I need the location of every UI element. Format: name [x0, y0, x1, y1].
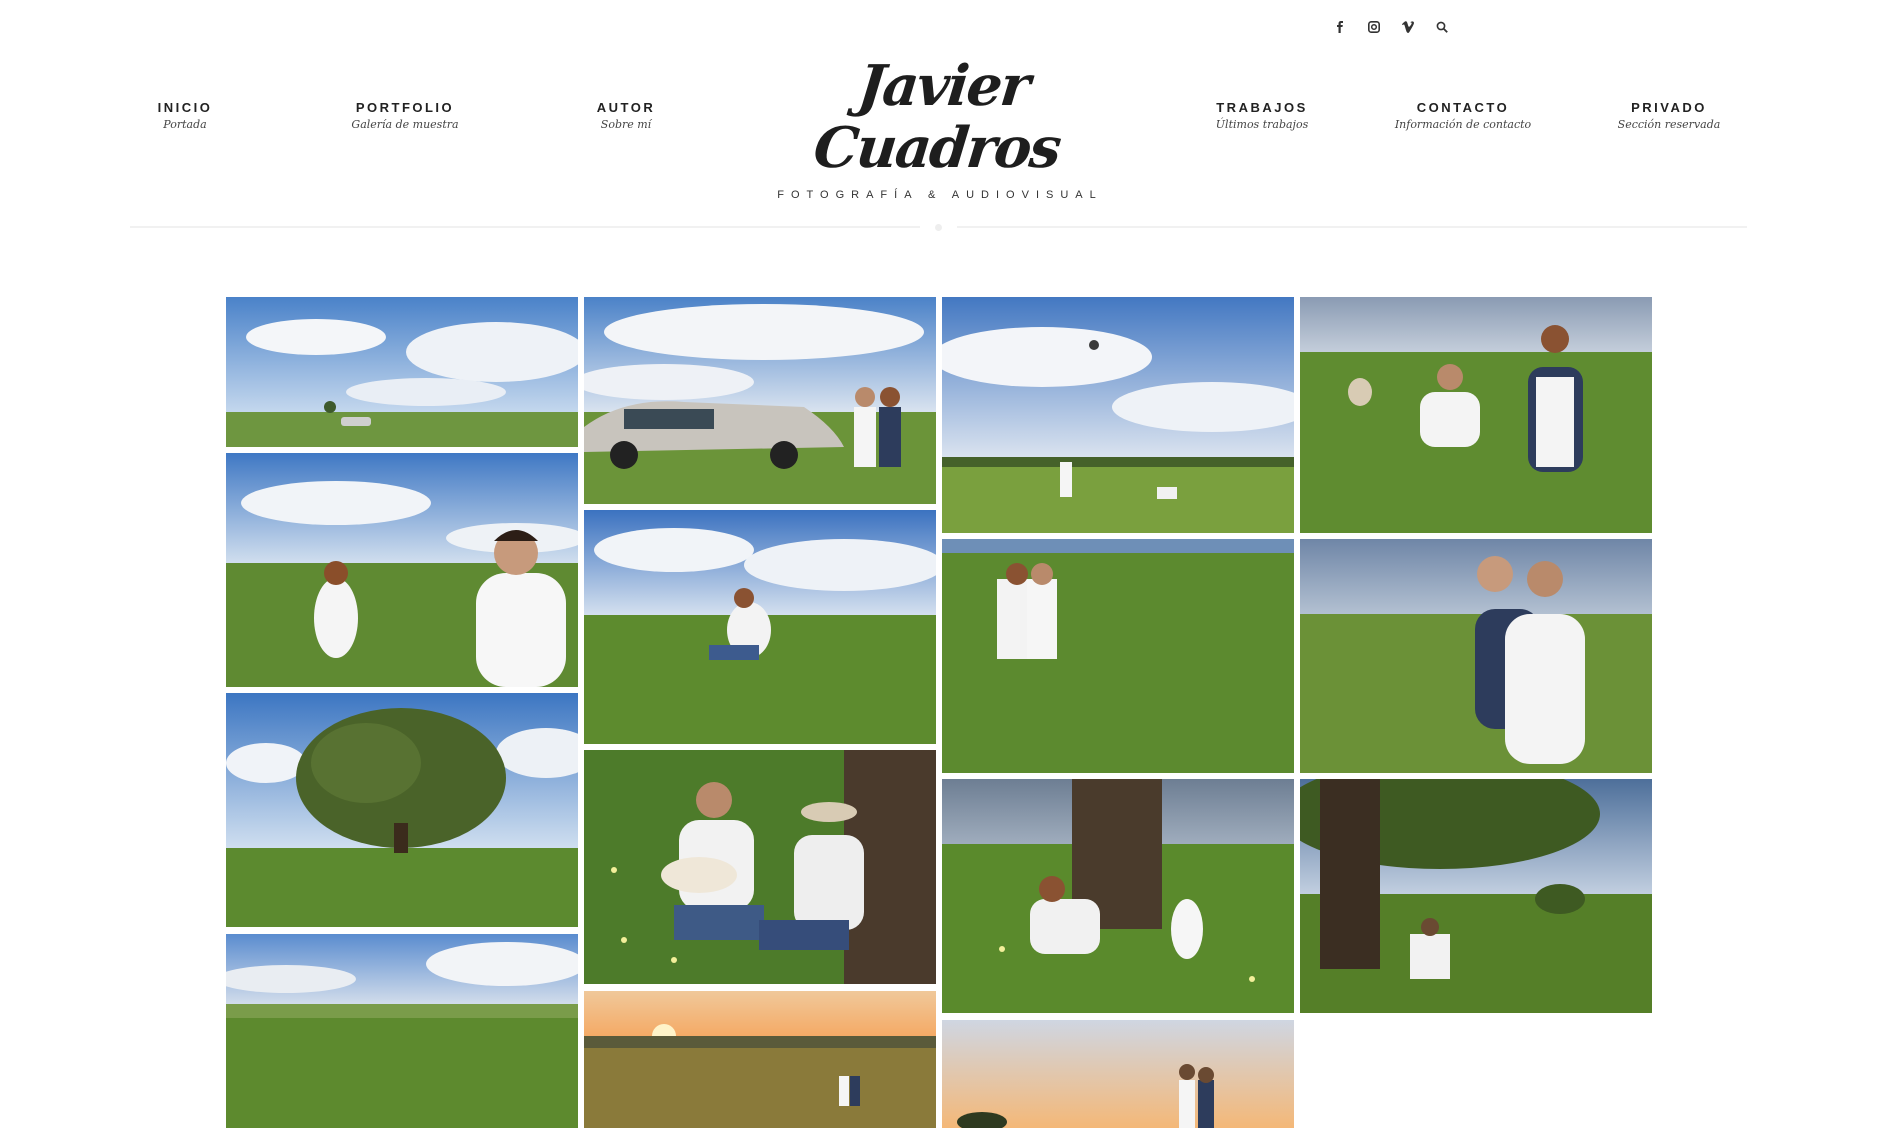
nav-label: CONTACTO: [1416, 100, 1510, 115]
nav-label: PRIVADO: [1631, 100, 1707, 115]
nav-sublabel: Últimos trabajos: [1215, 118, 1309, 131]
nav-label: AUTOR: [596, 100, 656, 115]
gallery-photo[interactable]: [584, 297, 936, 504]
nav-autor[interactable]: AUTOR Sobre mí: [536, 100, 716, 131]
photo-sky-field-car: [226, 297, 578, 447]
nav-label: TRABAJOS: [1216, 100, 1308, 115]
photo-oak-dusk: [1300, 779, 1652, 1013]
photo-couple-field: [226, 453, 578, 687]
gallery-photo[interactable]: [1300, 779, 1652, 1013]
logo-script: Javier Cuadros: [810, 53, 1063, 181]
photo-hat-throw: [942, 297, 1294, 533]
logo-tagline: FOTOGRAFÍA & AUDIOVISUAL: [777, 189, 1103, 201]
photo-sunset-field: [584, 991, 936, 1128]
gallery-photo[interactable]: [942, 539, 1294, 773]
photo-couple-sitting-wheat: [584, 510, 936, 744]
header-divider-dot: [935, 224, 942, 231]
nav-sublabel: Información de contacto: [1394, 118, 1532, 131]
photo-couple-sunset: [942, 1020, 1294, 1128]
gallery-photo[interactable]: [1300, 297, 1652, 533]
nav-sublabel: Portada: [163, 118, 207, 131]
photo-green-landscape: [226, 934, 578, 1128]
instagram-icon[interactable]: [1368, 20, 1380, 34]
photo-under-trunk: [942, 779, 1294, 1013]
gallery-photo[interactable]: [226, 934, 578, 1128]
nav-label: PORTFOLIO: [355, 100, 455, 115]
nav-sublabel: Sección reservada: [1617, 118, 1721, 131]
photo-couple-hug: [1300, 539, 1652, 773]
social-bar: [1334, 20, 1448, 34]
gallery-photo[interactable]: [942, 779, 1294, 1013]
photo-oak-tree: [226, 693, 578, 927]
photo-couple-embrace: [942, 539, 1294, 773]
facebook-icon[interactable]: [1334, 20, 1346, 34]
header-divider-right: [957, 226, 1747, 228]
search-icon[interactable]: [1436, 20, 1448, 34]
photo-couple-hat: [1300, 297, 1652, 533]
gallery-photo[interactable]: [584, 510, 936, 744]
nav-label: INICIO: [157, 100, 213, 115]
gallery-photo[interactable]: [584, 750, 936, 984]
nav-inicio[interactable]: INICIO Portada: [95, 100, 275, 131]
vimeo-icon[interactable]: [1402, 20, 1414, 34]
photo-couple-guitar: [584, 750, 936, 984]
gallery-photo[interactable]: [226, 693, 578, 927]
gallery-photo[interactable]: [226, 297, 578, 447]
gallery-photo[interactable]: [584, 991, 936, 1128]
gallery-photo[interactable]: [1300, 539, 1652, 773]
photo-couple-by-car: [584, 297, 936, 504]
gallery-photo[interactable]: [226, 453, 578, 687]
gallery-photo[interactable]: [942, 1020, 1294, 1128]
nav-privado[interactable]: PRIVADO Sección reservada: [1579, 100, 1759, 131]
nav-trabajos[interactable]: TRABAJOS Últimos trabajos: [1172, 100, 1352, 131]
nav-sublabel: Sobre mí: [600, 118, 652, 131]
site-logo[interactable]: Javier Cuadros FOTOGRAFÍA & AUDIOVISUAL: [760, 53, 1120, 201]
nav-sublabel: Galería de muestra: [351, 118, 459, 131]
nav-portfolio[interactable]: PORTFOLIO Galería de muestra: [315, 100, 495, 131]
gallery-photo[interactable]: [942, 297, 1294, 533]
header-divider-left: [130, 226, 920, 228]
nav-contacto[interactable]: CONTACTO Información de contacto: [1373, 100, 1553, 131]
